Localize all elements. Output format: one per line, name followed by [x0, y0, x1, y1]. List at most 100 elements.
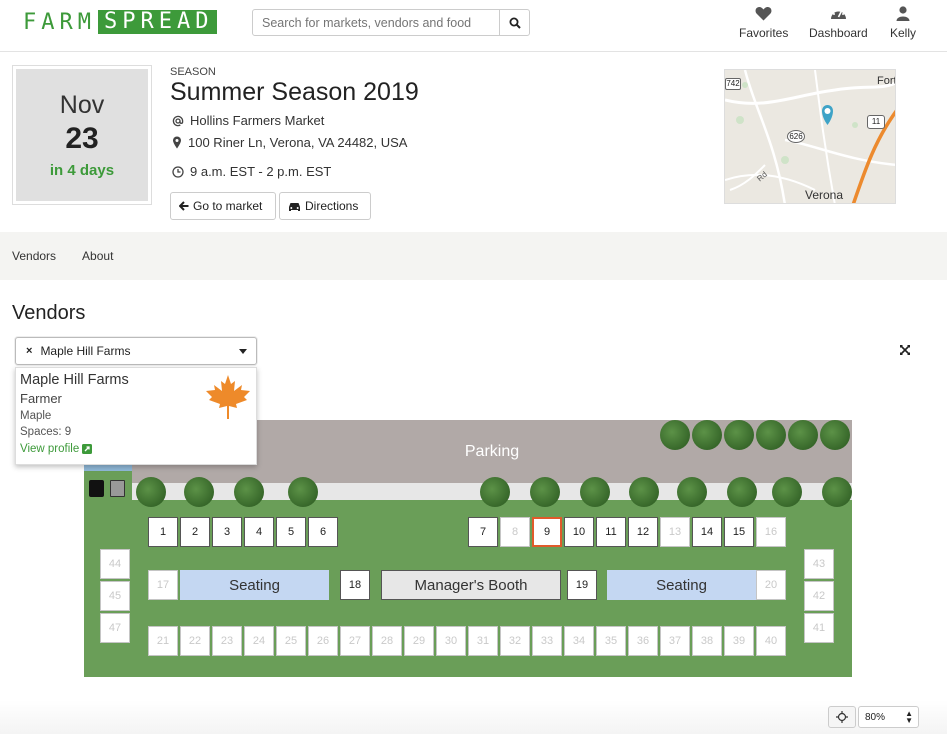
vendor-space[interactable]: 47: [100, 613, 130, 643]
vendor-card: Maple Hill Farms Farmer Maple Spaces: 9 …: [15, 367, 257, 465]
vendor-space[interactable]: 8: [500, 517, 530, 547]
vendor-space[interactable]: 16: [756, 517, 786, 547]
vendor-space[interactable]: 40: [756, 626, 786, 656]
nav-favorites[interactable]: Favorites: [739, 6, 788, 40]
nav-user[interactable]: Kelly: [890, 6, 916, 40]
address-row: 100 Riner Ln, Verona, VA 24482, USA: [172, 135, 407, 150]
vendor-space[interactable]: 17: [148, 570, 178, 600]
nav-label: Kelly: [890, 26, 917, 40]
search-icon: [509, 17, 521, 29]
event-relative-date: in 4 days: [49, 162, 115, 179]
vendor-space[interactable]: 5: [276, 517, 306, 547]
event-day: 23: [65, 122, 99, 155]
vendor-space[interactable]: 22: [180, 626, 210, 656]
car-icon: [289, 202, 300, 211]
manager-booth-label: Manager's Booth: [414, 576, 528, 594]
vendor-space[interactable]: 38: [692, 626, 722, 656]
vendor-space[interactable]: 27: [340, 626, 370, 656]
vendor-space[interactable]: 21: [148, 626, 178, 656]
crosshair-icon: [836, 711, 848, 723]
tree-icon: [756, 420, 786, 450]
vendor-space[interactable]: 2: [180, 517, 210, 547]
go-to-market-button[interactable]: Go to market: [170, 192, 276, 220]
route-shield: 626: [787, 130, 805, 143]
farmspread-logo[interactable]: FARM SPREAD: [23, 10, 218, 35]
directions-button[interactable]: Directions: [279, 192, 371, 220]
vendor-space[interactable]: 23: [212, 626, 242, 656]
vendor-space[interactable]: 37: [660, 626, 690, 656]
tree-icon: [580, 477, 610, 507]
event-month: Nov: [59, 91, 105, 119]
vendor-space[interactable]: 31: [468, 626, 498, 656]
vendor-space[interactable]: 10: [564, 517, 594, 547]
tree-icon: [288, 477, 318, 507]
vendor-space[interactable]: 39: [724, 626, 754, 656]
vendor-space[interactable]: 26: [308, 626, 338, 656]
vendor-space[interactable]: 33: [532, 626, 562, 656]
vendor-space[interactable]: 25: [276, 626, 306, 656]
search-input[interactable]: [253, 10, 499, 35]
vendor-space[interactable]: 1: [148, 517, 178, 547]
vendor-space[interactable]: 35: [596, 626, 626, 656]
vendor-space[interactable]: 28: [372, 626, 402, 656]
route-shield: 11: [867, 115, 885, 129]
map-graphic: [725, 70, 895, 203]
vendor-space[interactable]: 14: [692, 517, 722, 547]
vendor-space[interactable]: 9: [532, 517, 562, 547]
trash-icon: [110, 480, 125, 497]
vendor-space[interactable]: 24: [244, 626, 274, 656]
search-bar: [252, 9, 530, 36]
expand-icon[interactable]: [899, 343, 911, 355]
vendor-space[interactable]: 18: [340, 570, 370, 600]
market-address: 100 Riner Ln, Verona, VA 24482, USA: [188, 135, 408, 150]
vendor-space[interactable]: 7: [468, 517, 498, 547]
vendor-space[interactable]: 3: [212, 517, 242, 547]
nav-dashboard[interactable]: Dashboard: [809, 6, 868, 40]
event-date-box: Nov 23 in 4 days: [12, 65, 152, 205]
vendor-space[interactable]: 36: [628, 626, 658, 656]
tree-icon: [727, 477, 757, 507]
vendor-space[interactable]: 12: [628, 517, 658, 547]
route-shield: 742: [725, 78, 741, 90]
tree-icon: [184, 477, 214, 507]
vendor-select[interactable]: × Maple Hill Farms: [15, 337, 257, 365]
tree-icon: [530, 477, 560, 507]
vendor-spaces: Spaces: 9: [20, 426, 72, 438]
vendor-space[interactable]: 43: [804, 549, 834, 579]
zoom-select[interactable]: 80% ▲ ▼: [858, 706, 919, 728]
market-row[interactable]: Hollins Farmers Market: [172, 113, 324, 128]
map-marker-icon: [173, 136, 181, 149]
location-map[interactable]: Verona Fort Defia 742 626 11 Rd i: [724, 69, 896, 204]
vendor-space[interactable]: 4: [244, 517, 274, 547]
vendor-space[interactable]: 34: [564, 626, 594, 656]
parking-label: Parking: [464, 442, 520, 460]
vendor-space[interactable]: 6: [308, 517, 338, 547]
seating-right: Seating: [607, 570, 756, 600]
vendor-space[interactable]: 44: [100, 549, 130, 579]
recenter-button[interactable]: [828, 706, 856, 728]
view-profile-link[interactable]: View profile: [20, 443, 252, 455]
vendor-space[interactable]: 32: [500, 626, 530, 656]
vendor-space[interactable]: 30: [436, 626, 466, 656]
vendor-space[interactable]: 11: [596, 517, 626, 547]
selected-vendor: Maple Hill Farms: [40, 344, 131, 358]
tree-icon: [724, 420, 754, 450]
vendor-space[interactable]: 19: [567, 570, 597, 600]
clock-icon: [172, 165, 184, 178]
manager-booth[interactable]: Manager's Booth: [381, 570, 561, 600]
vendor-space[interactable]: 41: [804, 613, 834, 643]
vendor-space[interactable]: 42: [804, 581, 834, 611]
logo-spread: SPREAD: [97, 10, 218, 34]
heart-icon: [755, 7, 772, 21]
vendor-space[interactable]: 13: [660, 517, 690, 547]
tab-vendors[interactable]: Vendors: [12, 249, 56, 263]
vendor-space[interactable]: 45: [100, 581, 130, 611]
tree-icon: [788, 420, 818, 450]
vendor-space[interactable]: 15: [724, 517, 754, 547]
search-button[interactable]: [499, 10, 529, 35]
clear-icon[interactable]: ×: [26, 345, 32, 357]
vendor-space[interactable]: 20: [756, 570, 786, 600]
vendor-space[interactable]: 29: [404, 626, 434, 656]
nav-label: Favorites: [739, 26, 789, 40]
tab-about[interactable]: About: [82, 249, 113, 263]
